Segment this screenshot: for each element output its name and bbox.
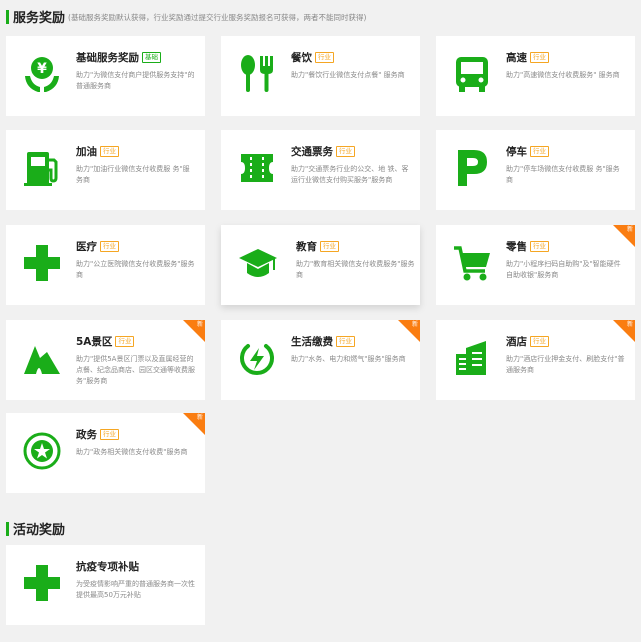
category-tag: 行业	[336, 336, 355, 347]
card-retail[interactable]: 零售 行业 助力"小程序扫码自助购"及"智能硬件自助收银"服务商 新	[436, 225, 635, 305]
new-ribbon-label: 新	[196, 414, 203, 421]
medical-cross-icon	[22, 563, 62, 603]
card-utility-payment[interactable]: 生活缴费 行业 助力"水务、电力和燃气"服务"服务商 新	[221, 320, 420, 400]
svg-text:¥: ¥	[37, 61, 47, 77]
card-epidemic-subsidy[interactable]: 抗疫专项补贴 为受疫情影响严重的普通服务商一次性提供最高50万元补贴	[6, 545, 205, 625]
card-title: 酒店 行业	[506, 334, 549, 349]
card-fuel[interactable]: 加油 行业 助力"加油行业微信支付收费服 务"服务商	[6, 130, 205, 210]
category-tag: 行业	[100, 146, 119, 157]
service-section-note: (基础服务奖励默认获得，行业奖励通过提交行业服务奖励报名可获得，两者不能同时获得…	[68, 13, 367, 22]
yuan-hands-icon: ¥	[22, 54, 62, 94]
card-title: 高速 行业	[506, 50, 549, 65]
category-tag: 行业	[320, 241, 339, 252]
card-parking[interactable]: 停车 行业 助力"停车场微信支付收费服 务"服务商	[436, 130, 635, 210]
card-description: 助力"停车场微信支付收费服 务"服务商	[506, 165, 620, 184]
card-description: 助力"高速微信支付收费服务" 服务商	[506, 71, 620, 79]
category-tag: 行业	[336, 146, 355, 157]
category-tag: 行业	[115, 336, 135, 347]
card-scenic-5a[interactable]: 5A景区 行业 助力"提供5A景区门票以及直属经营的点餐、纪念品商店、园区交通等收…	[6, 320, 205, 400]
card-description: 助力"交通票务行业的公交、地 铁、客运行业微信支付购买服务"服务商	[291, 165, 409, 184]
card-description: 助力"水务、电力和燃气"服务"服务商	[291, 355, 406, 363]
card-description: 助力"公立医院微信支付收费服务"服务商	[76, 260, 195, 279]
activity-section-title: 活动奖励	[13, 523, 66, 538]
category-tag: 行业	[315, 52, 334, 63]
section-accent-bar	[6, 521, 9, 536]
card-title: 教育 行业	[296, 239, 339, 254]
card-government[interactable]: 政务 行业 助力"政务相关微信支付收费"服务商 新	[6, 413, 205, 493]
new-ribbon-label: 新	[626, 226, 633, 233]
power-icon	[237, 338, 277, 378]
card-education[interactable]: 教育 行业 助力"教育相关微信支付收费服务"服务商	[221, 225, 420, 305]
card-title: 交通票务 行业	[291, 144, 355, 159]
card-title: 零售 行业	[506, 239, 549, 254]
parking-icon	[452, 148, 492, 188]
card-highway[interactable]: 高速 行业 助力"高速微信支付收费服务" 服务商	[436, 36, 635, 116]
card-title: 政务 行业	[76, 427, 119, 442]
card-title: 抗疫专项补贴	[76, 561, 139, 573]
card-title: 加油 行业	[76, 144, 119, 159]
new-ribbon-label: 新	[196, 321, 203, 328]
card-description: 助力"为微信支付商户提供服务支持"的普通服务商	[76, 71, 195, 90]
card-description: 助力"小程序扫码自助购"及"智能硬件自助收银"服务商	[506, 260, 621, 279]
card-description: 助力"政务相关微信支付收费"服务商	[76, 448, 188, 456]
card-title: 5A景区 行业	[76, 334, 135, 349]
card-title: 生活缴费 行业	[291, 334, 355, 349]
medical-cross-icon	[22, 243, 62, 283]
card-catering[interactable]: 餐饮 行业 助力"餐饮行业微信支付点餐" 服务商	[221, 36, 420, 116]
card-description: 助力"教育相关微信支付收费服务"服务商	[296, 260, 415, 279]
card-description: 助力"加油行业微信支付收费服 务"服务商	[76, 165, 190, 184]
card-transport-ticket[interactable]: 交通票务 行业 助力"交通票务行业的公交、地 铁、客运行业微信支付购买服务"服务商	[221, 130, 420, 210]
ticket-icon	[237, 148, 277, 188]
mountain-icon	[22, 338, 62, 378]
category-tag: 行业	[530, 146, 549, 157]
category-tag: 行业	[530, 52, 549, 63]
card-description: 助力"餐饮行业微信支付点餐" 服务商	[291, 71, 405, 79]
card-description: 助力"酒店行业押金支付、刷脸支付"普通服务商	[506, 355, 625, 374]
card-description: 为受疫情影响严重的普通服务商一次性提供最高50万元补贴	[76, 580, 195, 599]
hotel-building-icon	[452, 338, 492, 378]
new-ribbon-label: 新	[411, 321, 418, 328]
category-tag: 基础	[142, 52, 161, 63]
card-title: 医疗 行业	[76, 239, 119, 254]
card-basic-service[interactable]: ¥ 基础服务奖励 基础 助力"为微信支付商户提供服务支持"的普通服务商	[6, 36, 205, 116]
category-tag: 行业	[100, 241, 119, 252]
graduation-cap-icon	[238, 243, 278, 283]
category-tag: 行业	[530, 241, 549, 252]
card-medical[interactable]: 医疗 行业 助力"公立医院微信支付收费服务"服务商	[6, 225, 205, 305]
card-title: 基础服务奖励 基础	[76, 50, 161, 65]
card-title: 停车 行业	[506, 144, 549, 159]
category-tag: 行业	[100, 429, 119, 440]
service-section-title: 服务奖励	[13, 11, 66, 26]
activity-section-header: 活动奖励	[6, 519, 65, 538]
service-section-header: 服务奖励 (基础服务奖励默认获得，行业奖励通过提交行业服务奖励报名可获得，两者不…	[6, 7, 366, 26]
card-hotel[interactable]: 酒店 行业 助力"酒店行业押金支付、刷脸支付"普通服务商 新	[436, 320, 635, 400]
card-title: 餐饮 行业	[291, 50, 334, 65]
shopping-cart-icon	[452, 243, 492, 283]
fuel-pump-icon	[22, 148, 62, 188]
new-ribbon-label: 新	[626, 321, 633, 328]
bus-icon	[452, 54, 492, 94]
card-description: 助力"提供5A景区门票以及直属经营的点餐、纪念品商店、园区交通等收费服务"服务商	[76, 355, 195, 385]
section-accent-bar	[6, 9, 9, 24]
category-tag: 行业	[530, 336, 549, 347]
fork-spoon-icon	[237, 54, 277, 94]
emblem-icon	[22, 431, 62, 471]
